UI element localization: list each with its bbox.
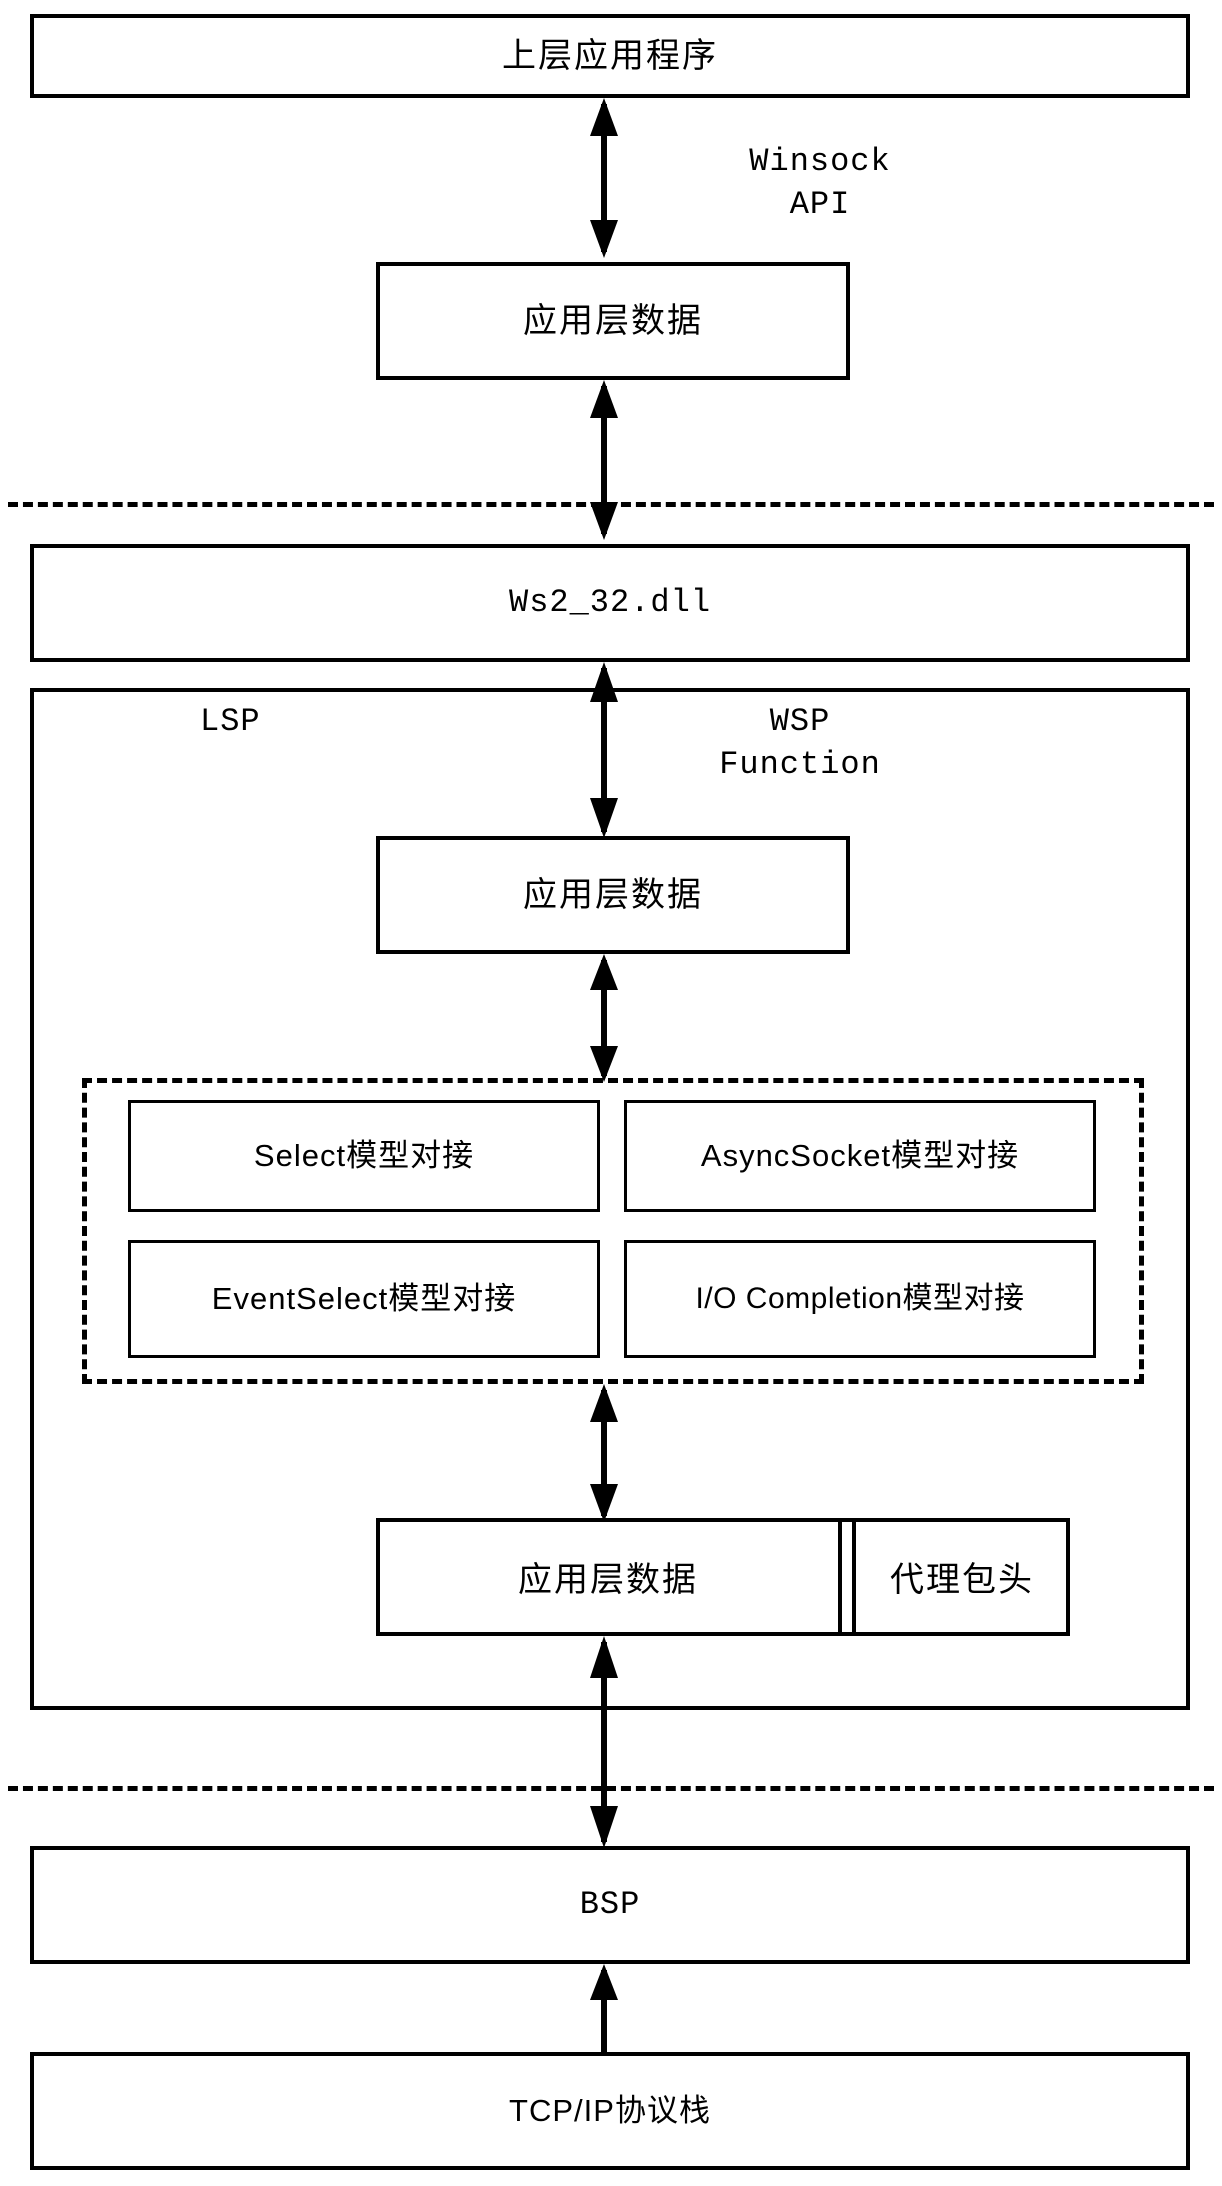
layer-separator-top [8, 502, 1214, 507]
wsp-function-annotation: WSP Function [719, 703, 881, 784]
application-data-box-top: 应用层数据 [376, 262, 850, 380]
arrow-appdata-to-ws2-32 [590, 380, 618, 540]
model-box-eventselect: EventSelect模型对接 [128, 1240, 600, 1358]
tcp-ip-stack-box: TCP/IP协议栈 [30, 2052, 1190, 2170]
model-box-iocompletion: I/O Completion模型对接 [624, 1240, 1096, 1358]
upper-application-box: 上层应用程序 [30, 14, 1190, 98]
model-label-iocompletion: I/O Completion模型对接 [695, 1282, 1025, 1316]
diagram-canvas: 上层应用程序 Winsock API 应用层数据 Ws2_32.dll LSP … [0, 0, 1222, 2186]
model-box-asyncsocket: AsyncSocket模型对接 [624, 1100, 1096, 1212]
bsp-label: BSP [579, 1886, 641, 1923]
lsp-label: LSP [200, 703, 261, 740]
model-label-eventselect: EventSelect模型对接 [211, 1280, 517, 1316]
upper-application-label: 上层应用程序 [502, 36, 718, 75]
model-box-select: Select模型对接 [128, 1100, 600, 1212]
application-data-label-top: 应用层数据 [523, 301, 703, 340]
model-label-asyncsocket: AsyncSocket模型对接 [700, 1137, 1020, 1173]
arrow-appdata-mid-to-models [590, 954, 618, 1082]
application-data-box-mid: 应用层数据 [376, 836, 850, 954]
arrow-models-to-packet [590, 1384, 618, 1522]
packet-divider-left [838, 1522, 842, 1632]
arrow-ws2-32-to-appdata-mid [590, 662, 618, 838]
layer-separator-bottom [8, 1786, 1214, 1791]
arrow-app-to-appdata [590, 98, 618, 258]
packet-application-data-label: 应用层数据 [518, 1561, 698, 1599]
ws2-32-dll-box: Ws2_32.dll [30, 544, 1190, 662]
ws2-32-dll-label: Ws2_32.dll [508, 584, 712, 621]
application-data-label-mid: 应用层数据 [523, 875, 703, 914]
winsock-api-annotation: Winsock API [749, 143, 891, 224]
bsp-box: BSP [30, 1846, 1190, 1964]
tcp-ip-stack-label: TCP/IP协议栈 [509, 2092, 711, 2128]
packet-proxy-header-label: 代理包头 [890, 1561, 1034, 1599]
model-label-select: Select模型对接 [253, 1137, 475, 1173]
arrow-packet-to-bsp [590, 1636, 618, 1848]
